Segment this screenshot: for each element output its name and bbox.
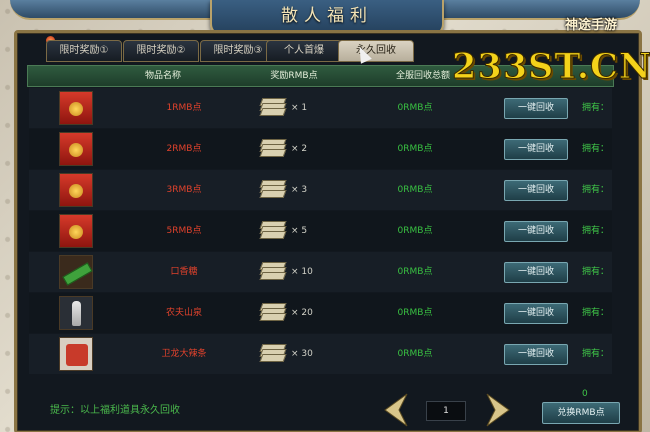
header-reward: 奖励RMB点	[270, 71, 318, 81]
table-row: 农夫山泉 × 20 0RMB点 一键回收拥有：0	[29, 293, 612, 358]
table-row: 卫龙大辣条 × 30 0RMB点 一键回收 拥有：0	[29, 334, 612, 399]
spicy-strip-icon	[59, 337, 93, 371]
item-name: 口香糖	[170, 267, 198, 277]
reward-amount: × 5	[291, 226, 308, 236]
owned-count: 拥有：0	[582, 185, 610, 235]
page-number: 1	[426, 401, 466, 421]
chewing-gum-icon	[59, 255, 93, 289]
tab-limited-reward-1[interactable]: 限时奖励①	[46, 40, 122, 62]
rmb-money-icon	[259, 221, 287, 239]
watermark-domain: 233ST.CN	[452, 46, 650, 88]
reward-amount: × 1	[291, 103, 308, 113]
reward-amount: × 2	[291, 144, 308, 154]
server-total: 0RMB点	[397, 349, 433, 359]
exchange-rmb-button[interactable]: 兑换RMB点	[542, 402, 620, 424]
tab-limited-reward-3[interactable]: 限时奖励③	[200, 40, 276, 62]
one-click-recycle-button[interactable]: 一键回收	[504, 180, 568, 201]
one-click-recycle-button[interactable]: 一键回收	[504, 262, 568, 283]
rmb-money-icon	[259, 262, 287, 280]
red-envelope-icon	[59, 132, 93, 166]
tab-permanent-recycle[interactable]: 永久回收	[338, 40, 414, 62]
rmb-money-icon	[259, 180, 287, 198]
tab-limited-reward-2[interactable]: 限时奖励②	[123, 40, 199, 62]
watermark-site-name: 神途手游	[565, 18, 618, 33]
table-row: 3RMB点 × 3 0RMB点 一键回收拥有：0	[29, 170, 612, 235]
owned-count: 拥有：0	[582, 267, 610, 317]
reward-amount: × 20	[291, 308, 313, 318]
server-total: 0RMB点	[397, 185, 433, 195]
table-row: 2RMB点 × 2 0RMB点 一键回收拥有：0	[29, 129, 612, 194]
item-name: 5RMB点	[166, 226, 202, 236]
red-envelope-icon	[59, 214, 93, 248]
footer-hint: 提示：以上福利道具永久回收	[50, 405, 180, 416]
rmb-money-icon	[259, 344, 287, 362]
item-name: 1RMB点	[166, 103, 202, 113]
server-total: 0RMB点	[397, 226, 433, 236]
one-click-recycle-button[interactable]: 一键回收	[504, 139, 568, 160]
window-title: 散人福利	[281, 6, 373, 26]
one-click-recycle-button[interactable]: 一键回收	[504, 303, 568, 324]
title-wing-left	[10, 0, 210, 20]
server-total: 0RMB点	[397, 144, 433, 154]
table-row: 1RMB点 × 1 0RMB点 一键回收拥有：0	[29, 88, 612, 153]
server-total: 0RMB点	[397, 308, 433, 318]
reward-amount: × 10	[291, 267, 313, 277]
rmb-money-icon	[259, 303, 287, 321]
owned-count: 拥有：0	[582, 144, 610, 194]
header-item-name: 物品名称	[144, 71, 181, 81]
tab-personal-first-burst[interactable]: 个人首爆	[266, 40, 342, 62]
next-page-arrow-icon[interactable]	[485, 393, 511, 427]
reward-amount: × 3	[291, 185, 308, 195]
table-row: 口香糖 × 10 0RMB点 一键回收拥有：0	[29, 252, 612, 317]
prev-page-arrow-icon[interactable]	[383, 393, 409, 427]
reward-amount: × 30	[291, 349, 313, 359]
owned-count: 拥有：0	[582, 308, 610, 358]
owned-count: 拥有：0	[582, 349, 610, 399]
rmb-money-icon	[259, 139, 287, 157]
rmb-money-icon	[259, 98, 287, 116]
server-total: 0RMB点	[397, 103, 433, 113]
red-envelope-icon	[59, 91, 93, 125]
item-name: 农夫山泉	[165, 308, 202, 318]
water-bottle-icon	[59, 296, 93, 330]
red-envelope-icon	[59, 173, 93, 207]
one-click-recycle-button[interactable]: 一键回收	[504, 221, 568, 242]
owned-count: 拥有：0	[582, 103, 610, 153]
table-row: 5RMB点 × 5 0RMB点 一键回收拥有：0	[29, 211, 612, 276]
owned-count: 拥有：0	[582, 226, 610, 276]
one-click-recycle-button[interactable]: 一键回收	[504, 344, 568, 365]
server-total: 0RMB点	[397, 267, 433, 277]
item-name: 2RMB点	[166, 144, 202, 154]
item-name: 卫龙大辣条	[161, 349, 207, 359]
one-click-recycle-button[interactable]: 一键回收	[504, 98, 568, 119]
game-screen: 散人福利 限时奖励① 限时奖励② 限时奖励③ 个人首爆 永久回收 物品名称 奖励…	[0, 0, 650, 432]
item-name: 3RMB点	[166, 185, 202, 195]
